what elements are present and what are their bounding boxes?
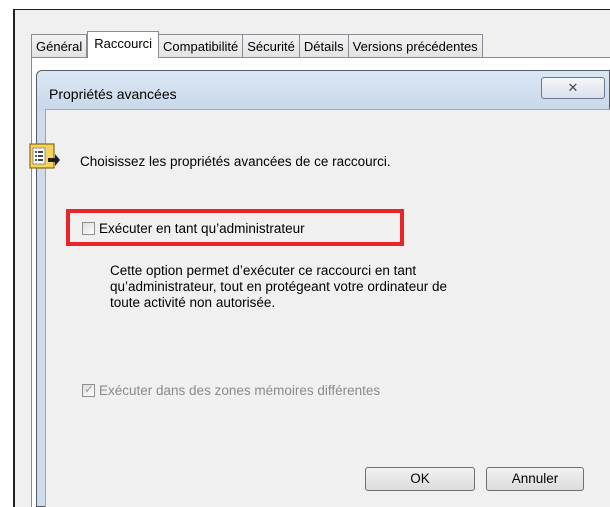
run-as-admin-option[interactable]: Exécuter en tant qu’administrateur (82, 221, 305, 236)
tab-details[interactable]: Détails (299, 34, 349, 58)
shortcut-properties-icon (29, 143, 60, 169)
tab-compatibility[interactable]: Compatibilité (159, 34, 244, 58)
separate-memory-label: Exécuter dans des zones mémoires différe… (99, 383, 381, 398)
tab-security[interactable]: Sécurité (243, 34, 300, 58)
description-line: qu’administrateur, tout en protégeant vo… (110, 279, 447, 294)
description-line: toute activité non autorisée. (110, 295, 276, 310)
run-as-admin-checkbox[interactable] (82, 222, 95, 235)
tab-previous-versions[interactable]: Versions précédentes (348, 34, 483, 58)
cancel-button[interactable]: Annuler (486, 467, 584, 491)
run-as-admin-description: Cette option permet d’exécuter ce raccou… (110, 263, 470, 311)
tab-strip: Général Raccourci Compatibilité Sécurité… (31, 31, 483, 58)
description-line: Cette option permet d’exécuter ce raccou… (110, 263, 417, 278)
ok-button[interactable]: OK (365, 467, 475, 491)
tab-shortcut[interactable]: Raccourci (87, 31, 160, 58)
intro-text: Choisissez les propriétés avancées de ce… (80, 154, 391, 169)
tab-general[interactable]: Général (31, 34, 88, 58)
close-button[interactable]: ✕ (541, 77, 605, 99)
dialog-title: Propriétés avancées (49, 86, 177, 102)
separate-memory-checkbox (82, 382, 95, 397)
close-icon: ✕ (567, 80, 579, 95)
run-as-admin-label[interactable]: Exécuter en tant qu’administrateur (99, 221, 305, 236)
separate-memory-option: Exécuter dans des zones mémoires différe… (82, 382, 381, 398)
